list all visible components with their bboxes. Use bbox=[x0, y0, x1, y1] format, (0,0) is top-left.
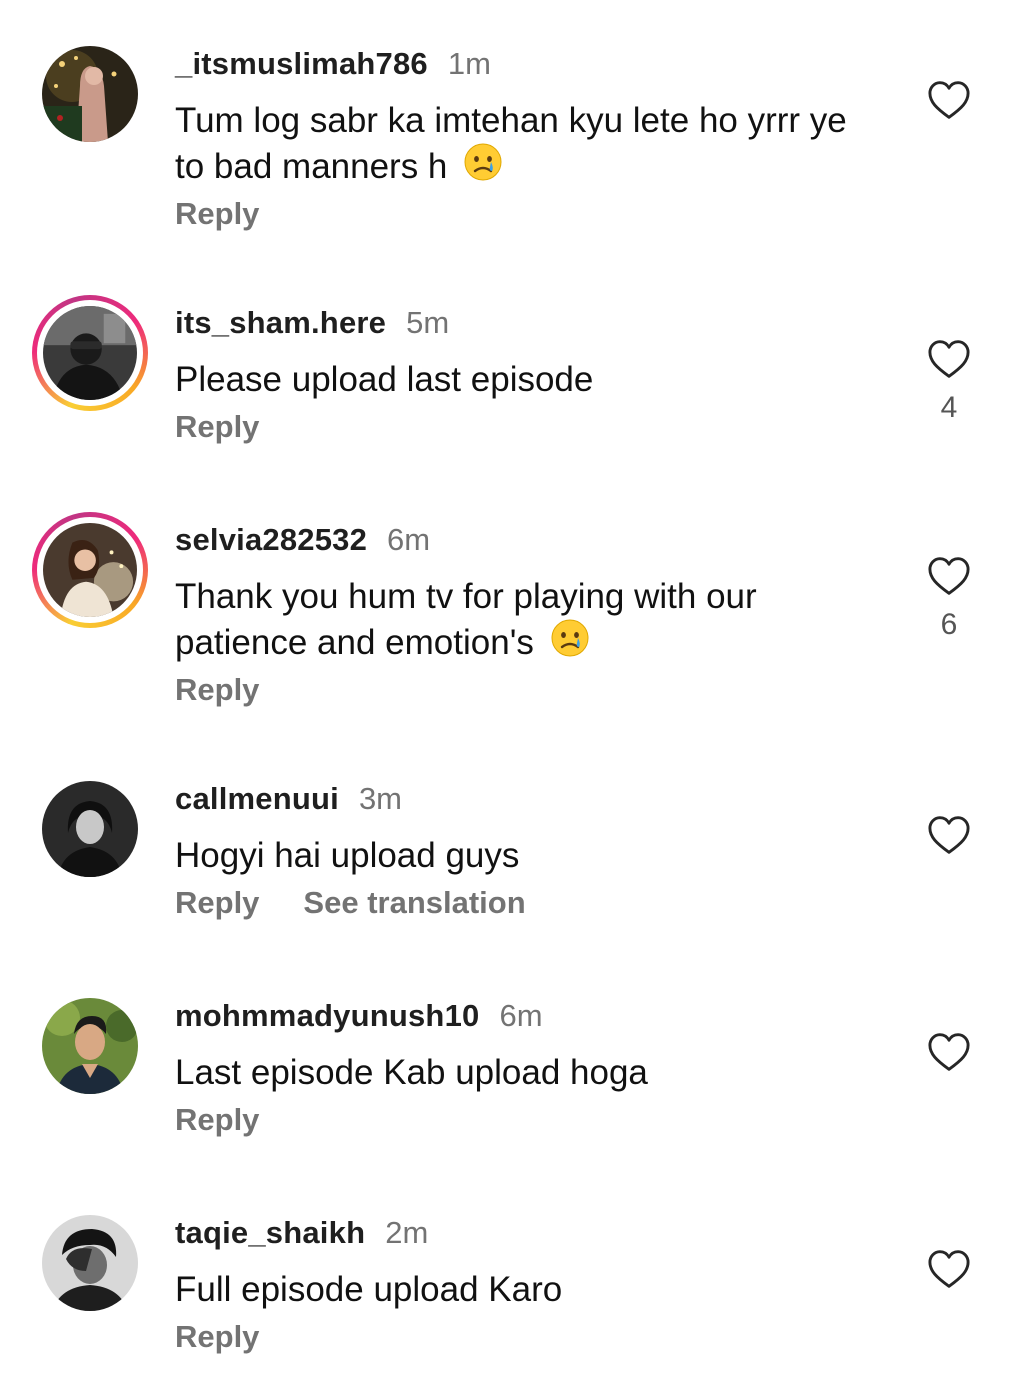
comment-actions: Reply bbox=[175, 672, 875, 708]
comment-body: taqie_shaikh 2m Full episode upload Karo… bbox=[175, 1215, 875, 1355]
like-button[interactable] bbox=[926, 815, 972, 855]
username[interactable]: mohmmadyunush10 bbox=[175, 998, 479, 1034]
heart-icon bbox=[928, 557, 970, 595]
avatar-story-ring[interactable] bbox=[32, 512, 148, 628]
timestamp: 3m bbox=[358, 781, 403, 816]
see-translation-button[interactable]: See translation bbox=[303, 885, 525, 921]
username[interactable]: its_sham.here bbox=[175, 305, 386, 341]
reply-button[interactable]: Reply bbox=[175, 196, 259, 232]
avatar[interactable] bbox=[42, 1215, 138, 1311]
comment-meta: its_sham.here 5m bbox=[175, 305, 875, 345]
comment-text: Last episode Kab upload hoga bbox=[175, 1052, 875, 1094]
like-button[interactable]: 6 bbox=[926, 556, 972, 642]
heart-icon bbox=[928, 816, 970, 854]
username[interactable]: callmenuui bbox=[175, 781, 339, 817]
comment-body: _itsmuslimah786 1m Tum log sabr ka imteh… bbox=[175, 46, 875, 232]
avatar-image bbox=[42, 1215, 138, 1311]
avatar-image bbox=[42, 781, 138, 877]
comment-body: its_sham.here 5m Please upload last epis… bbox=[175, 305, 875, 445]
reply-button[interactable]: Reply bbox=[175, 672, 259, 708]
comment-body: selvia282532 6m Thank you hum tv for pla… bbox=[175, 522, 875, 708]
avatar-image bbox=[42, 998, 138, 1094]
comment-text-content: Thank you hum tv for playing with our pa… bbox=[175, 577, 757, 662]
comment-actions: Reply bbox=[175, 1102, 875, 1138]
comment-meta: taqie_shaikh 2m bbox=[175, 1215, 875, 1255]
avatar bbox=[43, 306, 137, 400]
comment-actions: Reply See translation bbox=[175, 885, 875, 921]
comment-text-content: Last episode Kab upload hoga bbox=[175, 1053, 648, 1092]
username[interactable]: _itsmuslimah786 bbox=[175, 46, 428, 82]
comment-meta: _itsmuslimah786 1m bbox=[175, 46, 875, 86]
crying-face-icon bbox=[551, 619, 589, 657]
heart-icon bbox=[928, 1033, 970, 1071]
timestamp: 1m bbox=[447, 46, 491, 81]
heart-icon bbox=[928, 340, 970, 378]
comment-meta: selvia282532 6m bbox=[175, 522, 875, 562]
reply-button[interactable]: Reply bbox=[175, 409, 259, 445]
username[interactable]: taqie_shaikh bbox=[175, 1215, 365, 1251]
like-count: 4 bbox=[940, 391, 958, 424]
comment-actions: Reply bbox=[175, 1319, 875, 1355]
comment-actions: Reply bbox=[175, 196, 875, 232]
timestamp: 5m bbox=[406, 305, 450, 340]
avatar[interactable] bbox=[42, 998, 138, 1094]
like-count: 6 bbox=[940, 608, 958, 641]
avatar-ring-gap bbox=[37, 517, 143, 623]
reply-button[interactable]: Reply bbox=[175, 1102, 259, 1138]
avatar-ring-gap bbox=[37, 300, 143, 406]
comment-text-content: Hogyi hai upload guys bbox=[175, 836, 520, 875]
comment-body: callmenuui 3m Hogyi hai upload guys Repl… bbox=[175, 781, 875, 921]
heart-icon bbox=[928, 1250, 970, 1288]
comment-actions: Reply bbox=[175, 409, 875, 445]
username[interactable]: selvia282532 bbox=[175, 522, 367, 558]
avatar-image bbox=[42, 46, 138, 142]
like-button[interactable] bbox=[926, 1032, 972, 1072]
avatar[interactable] bbox=[42, 781, 138, 877]
crying-face-icon bbox=[464, 143, 502, 181]
comment-text: Thank you hum tv for playing with our pa… bbox=[175, 576, 875, 664]
reply-button[interactable]: Reply bbox=[175, 1319, 259, 1355]
comment-body: mohmmadyunush10 6m Last episode Kab uplo… bbox=[175, 998, 875, 1138]
heart-icon bbox=[928, 81, 970, 119]
comment-text-content: Full episode upload Karo bbox=[175, 1270, 563, 1309]
avatar[interactable] bbox=[42, 46, 138, 142]
comment-text-content: Please upload last episode bbox=[175, 360, 594, 399]
comment-meta: callmenuui 3m bbox=[175, 781, 875, 821]
reply-button[interactable]: Reply bbox=[175, 885, 259, 921]
avatar bbox=[43, 523, 137, 617]
comment-text: Please upload last episode bbox=[175, 359, 875, 401]
comment-text: Tum log sabr ka imtehan kyu lete ho yrrr… bbox=[175, 100, 875, 188]
like-button[interactable] bbox=[926, 80, 972, 120]
comment-text-content: Tum log sabr ka imtehan kyu lete ho yrrr… bbox=[175, 101, 847, 186]
timestamp: 6m bbox=[387, 522, 431, 557]
timestamp: 2m bbox=[385, 1215, 429, 1250]
timestamp: 6m bbox=[499, 998, 543, 1033]
avatar-story-ring[interactable] bbox=[32, 295, 148, 411]
like-button[interactable] bbox=[926, 1249, 972, 1289]
like-button[interactable]: 4 bbox=[926, 339, 972, 425]
comment-text: Full episode upload Karo bbox=[175, 1269, 875, 1311]
comment-meta: mohmmadyunush10 6m bbox=[175, 998, 875, 1038]
comment-text: Hogyi hai upload guys bbox=[175, 835, 875, 877]
